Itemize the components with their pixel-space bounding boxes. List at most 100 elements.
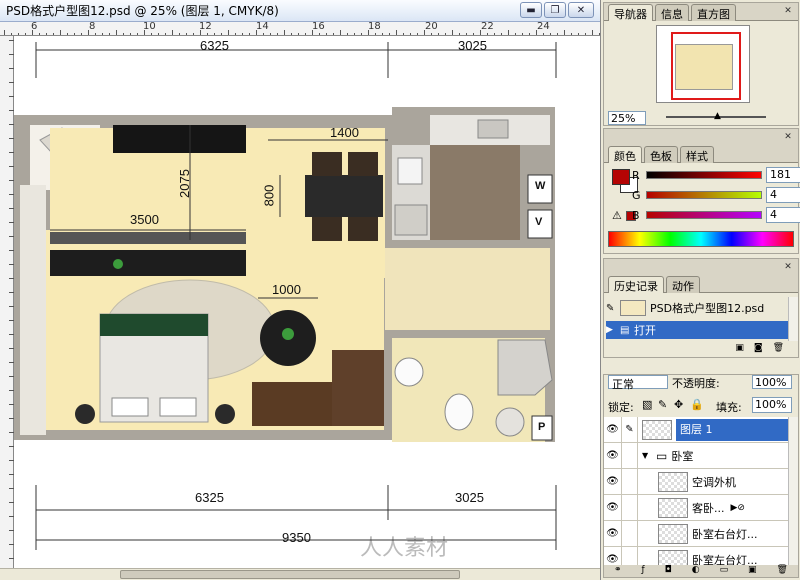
g-value-field[interactable]: 4 <box>766 187 800 203</box>
toilet <box>444 393 474 431</box>
eye-icon[interactable]: 👁 <box>604 417 622 443</box>
history-panel-header[interactable]: ✕ <box>604 259 798 275</box>
lock-position-icon[interactable]: ✥ <box>674 398 683 411</box>
r-value-field[interactable]: 181 <box>766 167 800 183</box>
layers-footer: ⚭ ƒ ◘ ◐ ▭ ▣ 🗑 <box>604 565 798 577</box>
tab-swatches[interactable]: 色板 <box>644 146 678 163</box>
pillow-left <box>111 397 149 417</box>
new-group-icon[interactable]: ▭ <box>720 565 729 577</box>
layer-thumb <box>658 471 688 492</box>
layer-name[interactable]: 图层 1 <box>676 418 790 441</box>
panel-dock: 导航器 信息 直方图 ✕ 25% ▲ ✕ 颜色 色板 样式 ⚠ R 181 G … <box>600 0 800 580</box>
layer-row[interactable]: 👁 卧室右台灯... <box>604 520 790 547</box>
trash-icon[interactable]: 🗑 <box>777 565 788 577</box>
eye-icon[interactable]: 👁 <box>604 468 622 495</box>
layer-name[interactable]: 卧室 <box>671 448 693 464</box>
sofa-chaise <box>332 350 384 426</box>
link-slot <box>622 520 638 547</box>
layer-name[interactable]: 空调外机 <box>692 474 736 490</box>
tab-actions[interactable]: 动作 <box>666 276 700 293</box>
ruler-number: 16 <box>312 22 325 32</box>
layer-group-row[interactable]: 👁 ▼ ▭ 卧室 <box>604 442 790 469</box>
tab-styles[interactable]: 样式 <box>680 146 714 163</box>
horizontal-scrollbar[interactable] <box>0 568 600 580</box>
layer-row[interactable]: 👁 ✎ 图层 1 <box>604 417 790 443</box>
document-title-bar[interactable]: PSD格式户型图12.psd @ 25% (图层 1, CMYK/8) ▬ ❐ … <box>0 0 600 22</box>
close-icon[interactable]: ✕ <box>782 261 794 273</box>
tab-color[interactable]: 颜色 <box>608 146 642 163</box>
brush-source-icon[interactable]: ✎ <box>606 303 620 314</box>
expand-arrow-icon[interactable]: ▼ <box>642 451 652 460</box>
tab-history[interactable]: 历史记录 <box>608 276 664 293</box>
lock-pixels-icon[interactable]: ✎ <box>658 398 667 411</box>
color-ramp[interactable] <box>608 231 794 247</box>
lamp-right <box>215 404 235 424</box>
zoom-field[interactable]: 25% <box>608 111 646 125</box>
fx-icon[interactable]: ▶⊘ <box>731 503 745 513</box>
close-icon[interactable]: ✕ <box>782 5 794 17</box>
tab-info[interactable]: 信息 <box>655 4 689 21</box>
history-footer: ▣ ◙ 🗑 <box>604 343 798 357</box>
b-value-field[interactable]: 4 <box>766 207 800 223</box>
restore-button[interactable]: ❐ <box>544 2 566 18</box>
layer-row[interactable]: 👁 空调外机 <box>604 468 790 495</box>
basin <box>394 357 424 387</box>
eye-icon[interactable]: 👁 <box>604 494 622 521</box>
ruler-number: 14 <box>256 22 269 32</box>
snapshot-thumb <box>620 300 646 316</box>
dim-text-3500: 3500 <box>130 212 159 227</box>
tab-histogram[interactable]: 直方图 <box>691 4 736 21</box>
layer-row[interactable]: 👁 客卧... ▶⊘ <box>604 494 790 521</box>
minimize-button[interactable]: ▬ <box>520 2 542 18</box>
lock-all-icon[interactable]: 🔒 <box>690 398 704 411</box>
scrollbar-thumb[interactable] <box>120 570 460 579</box>
new-layer-icon[interactable]: ▣ <box>748 565 757 577</box>
layer-style-icon[interactable]: ƒ <box>642 565 645 577</box>
partition-wall <box>50 232 246 244</box>
blend-mode-select[interactable]: 正常 <box>608 375 668 391</box>
foreground-color-swatch[interactable] <box>612 169 630 185</box>
history-scrollbar[interactable] <box>788 297 798 341</box>
layer-thumb <box>642 419 672 440</box>
g-slider[interactable] <box>646 191 762 199</box>
navigator-preview[interactable] <box>656 25 750 103</box>
layer-name[interactable]: 卧室右台灯... <box>692 526 758 542</box>
tab-navigator[interactable]: 导航器 <box>608 4 653 21</box>
horizontal-ruler[interactable]: 6 8 10 12 14 16 18 20 22 24 <box>0 22 600 36</box>
mask-icon[interactable]: ◘ <box>665 565 672 577</box>
lamp-left <box>75 404 95 424</box>
link-layers-icon[interactable]: ⚭ <box>614 565 622 577</box>
gamut-warning-icon[interactable]: ⚠ <box>612 209 622 222</box>
close-button[interactable]: ✕ <box>568 2 594 18</box>
close-icon[interactable]: ✕ <box>782 131 794 143</box>
ruler-number: 22 <box>481 22 494 32</box>
layers-scrollbar[interactable] <box>788 417 798 567</box>
open-icon: ▤ <box>620 324 630 336</box>
snapshot-icon[interactable]: ◙ <box>754 343 763 357</box>
color-panel-header[interactable]: ✕ <box>604 129 798 145</box>
r-slider[interactable] <box>646 171 762 179</box>
view-box[interactable] <box>671 32 741 100</box>
layer-name[interactable]: 客卧... <box>692 500 725 516</box>
eye-icon[interactable]: 👁 <box>604 520 622 547</box>
history-snapshot[interactable]: ✎ PSD格式户型图12.psd <box>606 297 788 319</box>
vertical-ruler[interactable] <box>0 36 14 568</box>
pillow-right <box>159 397 197 417</box>
floor-plan[interactable]: 人人素材 <box>14 36 600 568</box>
link-slot <box>622 494 638 521</box>
ruler-number: 24 <box>537 22 550 32</box>
navigator-panel: 导航器 信息 直方图 ✕ 25% ▲ <box>603 2 799 126</box>
opacity-field[interactable]: 100% <box>752 375 792 389</box>
lock-transparency-icon[interactable]: ▧ <box>642 398 652 411</box>
fill-field[interactable]: 100% <box>752 397 792 413</box>
washer <box>495 407 525 437</box>
b-slider[interactable] <box>646 211 762 219</box>
adjustment-icon[interactable]: ◐ <box>692 565 700 577</box>
zoom-slider-thumb[interactable]: ▲ <box>714 111 721 121</box>
history-state-open[interactable]: ▶ ▤ 打开 <box>606 321 788 339</box>
eye-icon[interactable]: 👁 <box>604 546 622 567</box>
layer-row[interactable]: 👁 卧室左台灯... <box>604 546 790 567</box>
eye-icon[interactable]: 👁 <box>604 442 622 469</box>
trash-icon[interactable]: 🗑 <box>773 343 784 357</box>
new-document-icon[interactable]: ▣ <box>735 343 744 357</box>
